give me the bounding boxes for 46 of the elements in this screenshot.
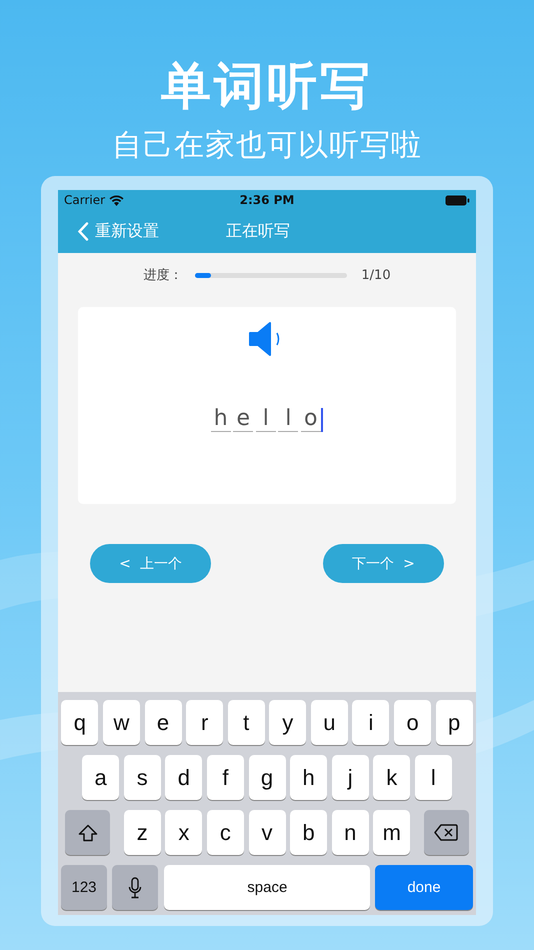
delete-key[interactable] <box>424 810 469 855</box>
shift-arrow-icon <box>78 824 98 842</box>
done-key[interactable]: done <box>375 865 473 910</box>
promo-title: 单词听写 <box>161 56 373 116</box>
letter-key[interactable]: o <box>394 700 432 745</box>
letter-key[interactable]: d <box>165 755 202 800</box>
letter-key[interactable]: j <box>332 755 369 800</box>
screen-title: 正在听写 <box>226 221 290 242</box>
letter-key[interactable]: t <box>228 700 265 745</box>
letter-key[interactable]: m <box>373 810 410 855</box>
space-key[interactable]: space <box>164 865 370 910</box>
letter-key[interactable]: u <box>310 700 348 745</box>
progress-count: 1/10 <box>361 268 391 282</box>
letter-key[interactable]: q <box>61 700 98 745</box>
wifi-icon <box>109 194 124 206</box>
letter-key[interactable]: w <box>102 700 140 745</box>
letter-key[interactable]: s <box>124 755 161 800</box>
letter-key[interactable]: b <box>290 810 328 855</box>
microphone-icon <box>128 876 142 898</box>
numbers-key[interactable]: 123 <box>61 865 107 910</box>
carrier-label: Carrier <box>64 193 106 207</box>
letter-key[interactable]: y <box>269 700 306 745</box>
letter-key[interactable]: x <box>165 810 202 855</box>
letter-key[interactable]: p <box>436 700 473 745</box>
letter-key[interactable]: a <box>82 755 120 800</box>
backspace-icon <box>434 824 458 841</box>
letter-key[interactable]: r <box>186 700 224 745</box>
answer-field[interactable]: h e l l o <box>210 407 324 432</box>
back-chevron-icon <box>77 222 89 241</box>
letter-key[interactable]: e <box>144 700 182 745</box>
letter-key[interactable]: f <box>206 755 244 800</box>
microphone-key[interactable] <box>112 865 158 910</box>
letter-key[interactable]: h <box>290 755 328 800</box>
letter-key[interactable]: k <box>373 755 410 800</box>
letter-key[interactable]: i <box>352 700 390 745</box>
status-time: 2:36 PM <box>240 193 294 207</box>
letter-key[interactable]: n <box>332 810 369 855</box>
letter-key[interactable]: z <box>124 810 161 855</box>
letter-key[interactable]: l <box>414 755 452 800</box>
letter-key[interactable]: c <box>206 810 244 855</box>
letter-key[interactable]: v <box>248 810 286 855</box>
promo-subtitle: 自己在家也可以听写啦 <box>112 127 422 165</box>
battery-icon <box>445 194 470 206</box>
progress-label: 进度： <box>143 267 184 284</box>
letter-key[interactable]: g <box>248 755 286 800</box>
shift-key[interactable] <box>65 810 110 855</box>
